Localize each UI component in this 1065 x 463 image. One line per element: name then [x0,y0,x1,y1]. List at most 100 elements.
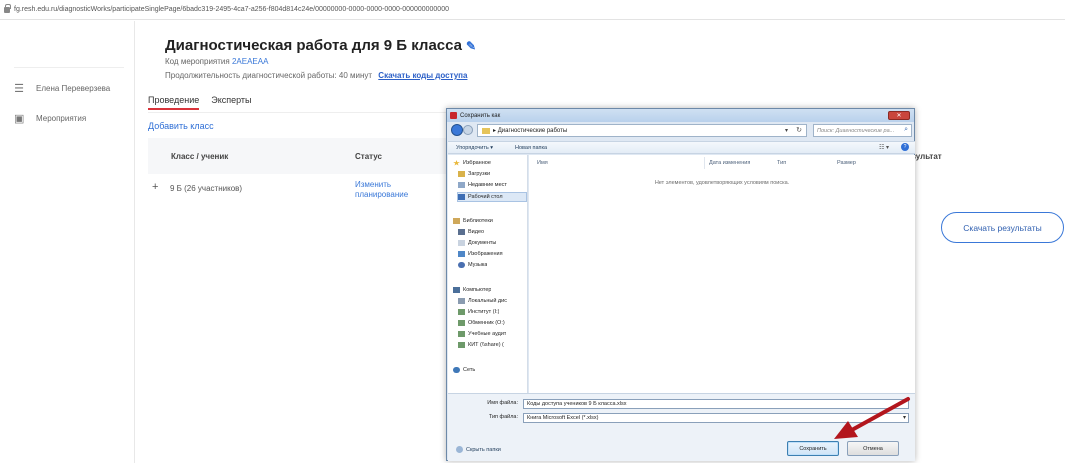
libraries-icon [453,218,460,224]
cancel-button[interactable]: Отмена [847,441,899,456]
tab-conduct[interactable]: Проведение [148,95,200,110]
pencil-icon[interactable]: ✎ [466,39,476,53]
desktop-icon [458,194,465,200]
change-planning-link[interactable]: Изменить планирование [355,180,425,200]
duration-info: Продолжительность диагностической работы… [165,71,467,80]
nav-pictures[interactable]: Изображения [458,251,503,257]
nav-label: КИТ (\\share) ( [468,342,504,348]
nav-desktop[interactable]: Рабочий стол [457,192,527,202]
column-header-status: Статус [355,152,382,161]
star-icon [453,160,460,166]
nav-label: Избранное [463,160,491,166]
nav-label: Документы [468,240,497,246]
url-text[interactable]: fg.resh.edu.ru/diagnosticWorks/participa… [14,6,449,13]
nav-computer[interactable]: Компьютер [453,287,491,293]
nav-libraries[interactable]: Библиотеки [453,218,493,224]
close-button[interactable]: ✕ [888,111,910,120]
forward-button[interactable] [463,125,473,135]
nav-documents[interactable]: Документы [458,240,496,246]
nav-label: Компьютер [463,287,492,293]
network-drive-icon [458,320,465,326]
chevron-up-icon [456,446,463,453]
column-header-class: Класс / ученик [171,152,229,161]
download-results-button[interactable]: Скачать результаты [941,212,1064,243]
sidebar-item-user[interactable]: ☰ Елена Переверзева [14,82,110,95]
lock-icon [4,3,11,13]
download-codes-link[interactable]: Скачать коды доступа [378,71,467,80]
view-options-icon[interactable]: ☷ ▾ [879,144,889,151]
sidebar-divider [14,67,124,68]
add-class-link[interactable]: Добавить класс [148,121,214,131]
file-type-value: Книга Microsoft Excel (*.xlsx) [527,415,599,421]
navigation-pane: Избранное Загрузки Недавние мест Рабочий… [448,155,528,393]
column-header-type[interactable]: Тип [777,160,786,166]
nav-classrooms[interactable]: Учебные аудит [458,331,506,337]
search-placeholder: Поиск: Диагностические ра... [817,127,895,134]
table-row-class: 9 Б (26 участников) [170,184,243,193]
nav-label: Библиотеки [463,218,493,224]
file-name-value: Коды доступа учеников 9 Б класса.xlsx [527,401,627,407]
sidebar-item-events[interactable]: ▣ Мероприятия [14,112,86,125]
save-button[interactable]: Сохранить [787,441,839,456]
nav-downloads[interactable]: Загрузки [458,171,490,177]
sidebar: ☰ Елена Переверзева ▣ Мероприятия [0,21,135,463]
page-title: Диагностическая работа для 9 Б класса ✎ [165,37,476,54]
path-bar[interactable]: ▸ Диагностические работы ▾ ↻ [477,124,807,137]
nav-institute[interactable]: Институт (I:) [458,309,499,315]
duration-text: Продолжительность диагностической работы… [165,71,373,80]
tab-divider [148,112,448,113]
tab-experts[interactable]: Эксперты [211,95,251,110]
nav-label: Учебные аудит [468,331,507,337]
expand-row-button[interactable]: + [152,181,158,193]
dialog-titlebar[interactable]: Сохранить как ✕ [447,109,914,122]
organize-button[interactable]: Упорядочить ▾ [456,145,493,151]
nav-recent[interactable]: Недавние мест [458,182,507,188]
annotation-arrow-icon [834,397,910,439]
refresh-icon[interactable]: ↻ [796,126,802,134]
nav-favorites[interactable]: Избранное [453,160,491,166]
address-bar[interactable]: fg.resh.edu.ru/diagnosticWorks/participa… [0,0,1065,20]
documents-icon [458,240,465,246]
drive-icon [458,298,465,304]
calendar-icon: ▣ [14,113,25,125]
new-folder-button[interactable]: Новая папка [515,145,547,151]
nav-kit[interactable]: КИТ (\\share) ( [458,342,504,348]
video-icon [458,229,465,235]
event-code: Код мероприятия 2AEAEAA [165,57,268,66]
music-icon [458,262,465,268]
network-icon [453,367,460,373]
nav-video[interactable]: Видео [458,229,484,235]
nav-network[interactable]: Сеть [453,367,475,373]
network-drive-icon [458,342,465,348]
column-header-size[interactable]: Размер [837,160,856,166]
pictures-icon [458,251,465,257]
nav-label: Обменник (O:) [468,320,505,326]
network-drive-icon [458,309,465,315]
help-icon[interactable]: ? [901,143,909,151]
search-input[interactable]: Поиск: Диагностические ра... ⌕ [813,124,912,137]
recent-places-icon [458,182,465,188]
column-separator [704,157,705,169]
nav-label: Недавние мест [468,182,507,188]
column-header-name[interactable]: Имя [537,160,548,166]
network-drive-icon [458,331,465,337]
nav-exchange[interactable]: Обменник (O:) [458,320,505,326]
search-icon[interactable]: ⌕ [904,126,908,134]
back-button[interactable] [451,124,463,136]
nav-music[interactable]: Музыка [458,262,487,268]
nav-label: Сеть [463,367,476,373]
sidebar-item-label: Мероприятия [36,114,87,123]
page-title-text: Диагностическая работа для 9 Б класса [165,37,463,54]
event-code-value: 2AEAEAA [231,57,269,66]
chevron-down-icon[interactable]: ▾ [785,127,788,134]
column-header-modified[interactable]: Дата изменения [709,160,750,166]
nav-label: Видео [468,229,485,235]
tab-bar: Проведение Эксперты [148,95,252,110]
path-folder[interactable]: Диагностические работы [498,128,568,134]
nav-label: Рабочий стол [468,194,503,200]
file-list[interactable]: Имя Дата изменения Тип Размер Нет элемен… [529,155,915,393]
menu-icon[interactable]: ☰ [14,82,24,95]
dialog-toolbar: Упорядочить ▾ Новая папка ☷ ▾ ? [448,141,915,154]
hide-folders-button[interactable]: Скрыть папки [456,446,501,453]
nav-local-disk[interactable]: Локальный дис [458,298,507,304]
